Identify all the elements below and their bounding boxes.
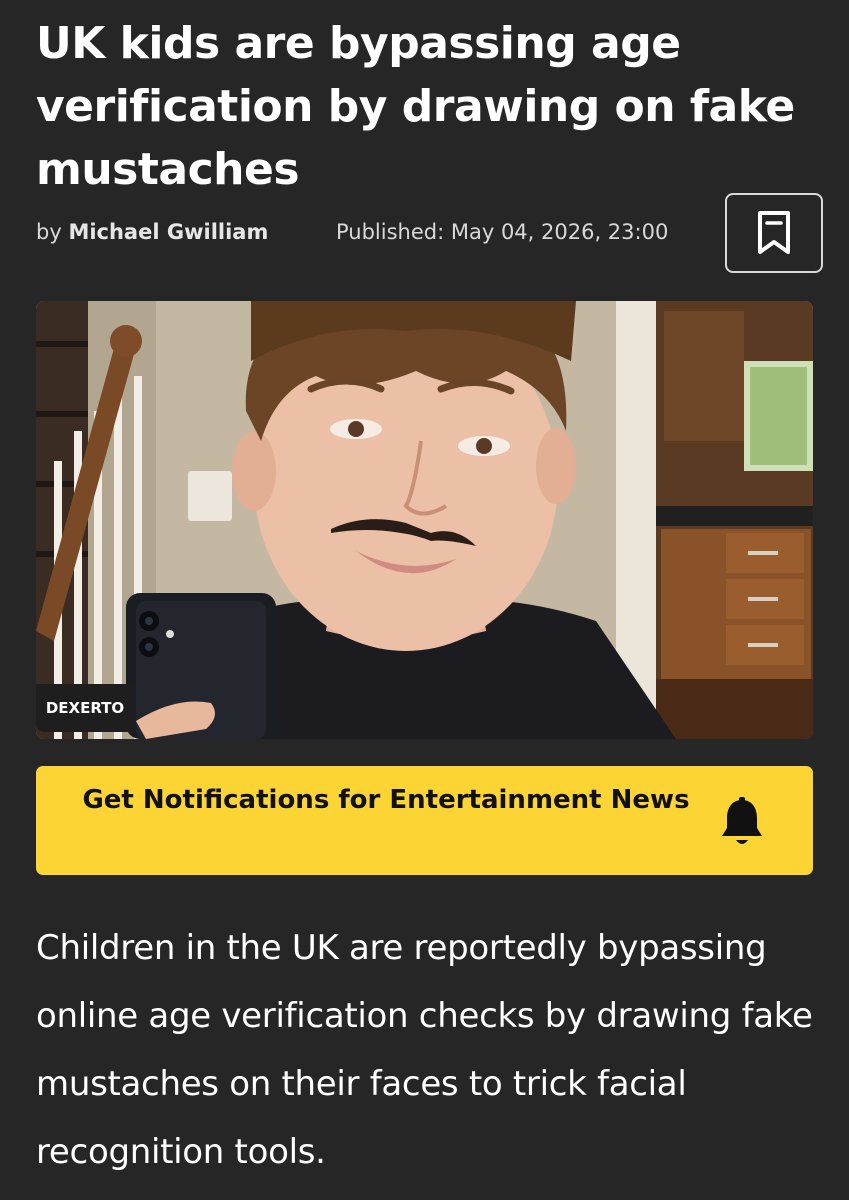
- bookmark-button[interactable]: [725, 193, 823, 273]
- byline: by Michael Gwilliam: [36, 220, 268, 244]
- notifications-button[interactable]: Get Notifications for Entertainment News: [36, 766, 813, 875]
- published-date: Published: May 04, 2026, 23:00: [336, 220, 669, 244]
- byline-prefix: by: [36, 220, 69, 244]
- article-headline: UK kids are bypassing age verification b…: [36, 18, 795, 195]
- bookmark-icon: [758, 211, 790, 254]
- image-credit: DEXERTO: [36, 684, 134, 732]
- bell-icon: [722, 797, 762, 844]
- hero-image: [36, 301, 813, 739]
- notifications-label: Get Notifications for Entertainment News: [82, 785, 690, 815]
- author-link[interactable]: Michael Gwilliam: [68, 220, 268, 244]
- article-lede: Children in the UK are reportedly bypass…: [36, 928, 813, 1172]
